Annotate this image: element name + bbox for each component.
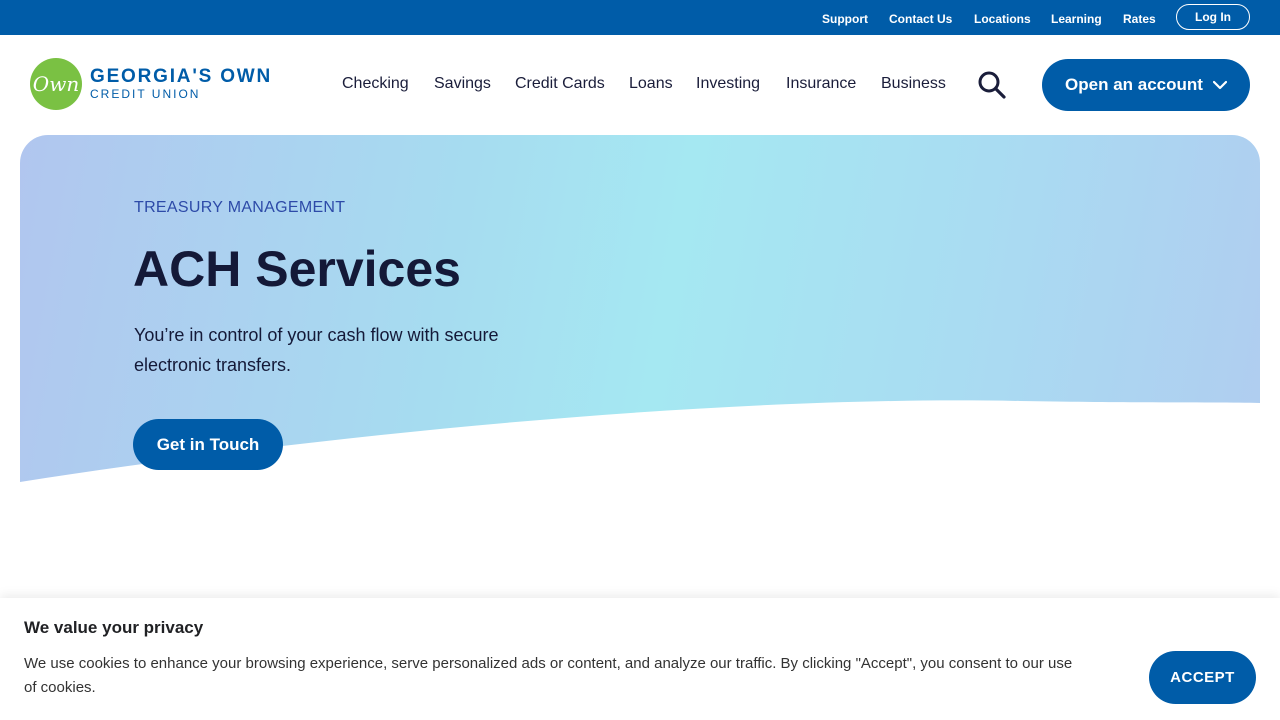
chevron-down-icon xyxy=(1212,80,1227,90)
cookie-banner: We value your privacy We use cookies to … xyxy=(0,598,1280,720)
learning-link[interactable]: Learning xyxy=(1051,12,1102,26)
login-button[interactable]: Log In xyxy=(1176,4,1250,30)
cookie-title: We value your privacy xyxy=(24,618,204,637)
rates-link[interactable]: Rates xyxy=(1123,12,1156,26)
logo-line-2: CREDIT UNION xyxy=(90,87,201,101)
logo[interactable]: Own GEORGIA'S OWN CREDIT UNION xyxy=(30,58,272,110)
accept-button[interactable]: ACCEPT xyxy=(1149,651,1256,704)
page-title: ACH Services xyxy=(133,241,461,297)
nav-savings[interactable]: Savings xyxy=(434,75,491,93)
support-link[interactable]: Support xyxy=(822,12,868,26)
hero-description: You’re in control of your cash flow with… xyxy=(134,325,499,375)
logo-wordmark: GEORGIA'S OWN CREDIT UNION xyxy=(90,66,273,102)
nav-loans[interactable]: Loans xyxy=(629,75,673,93)
open-account-button[interactable]: Open an account xyxy=(1042,59,1250,111)
hero-eyebrow: TREASURY MANAGEMENT xyxy=(134,199,346,216)
nav-credit-cards[interactable]: Credit Cards xyxy=(515,75,605,93)
nav-checking[interactable]: Checking xyxy=(342,75,409,93)
open-account-label: Open an account xyxy=(1065,75,1203,94)
get-in-touch-button[interactable]: Get in Touch xyxy=(133,419,283,470)
nav-business[interactable]: Business xyxy=(881,75,946,93)
logo-line-1: GEORGIA'S OWN xyxy=(90,66,273,87)
cookie-text: We use cookies to enhance your browsing … xyxy=(24,655,1073,696)
utility-bar: Support Contact Us Locations Learning Ra… xyxy=(0,0,1280,35)
nav-investing[interactable]: Investing xyxy=(696,75,760,93)
logo-mark: Own xyxy=(30,58,82,110)
search-button[interactable] xyxy=(976,70,1008,100)
locations-link[interactable]: Locations xyxy=(974,12,1031,26)
contact-us-link[interactable]: Contact Us xyxy=(889,12,952,26)
search-icon xyxy=(978,71,1006,99)
nav-insurance[interactable]: Insurance xyxy=(786,75,856,93)
